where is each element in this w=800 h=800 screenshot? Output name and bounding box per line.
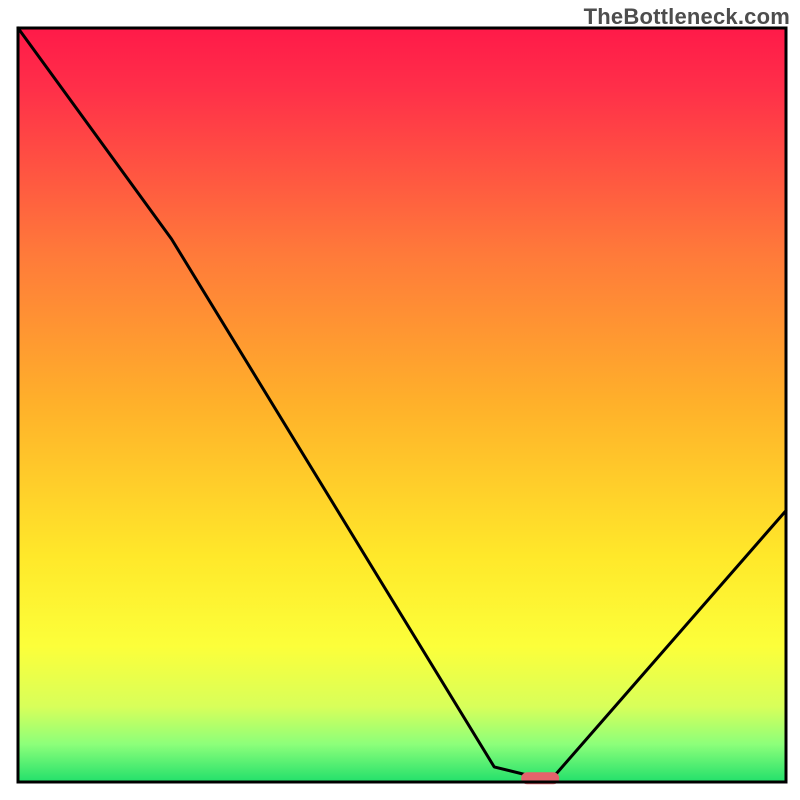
gradient-background: [18, 28, 786, 782]
chart-container: TheBottleneck.com: [0, 0, 800, 800]
bottleneck-chart: [0, 0, 800, 800]
